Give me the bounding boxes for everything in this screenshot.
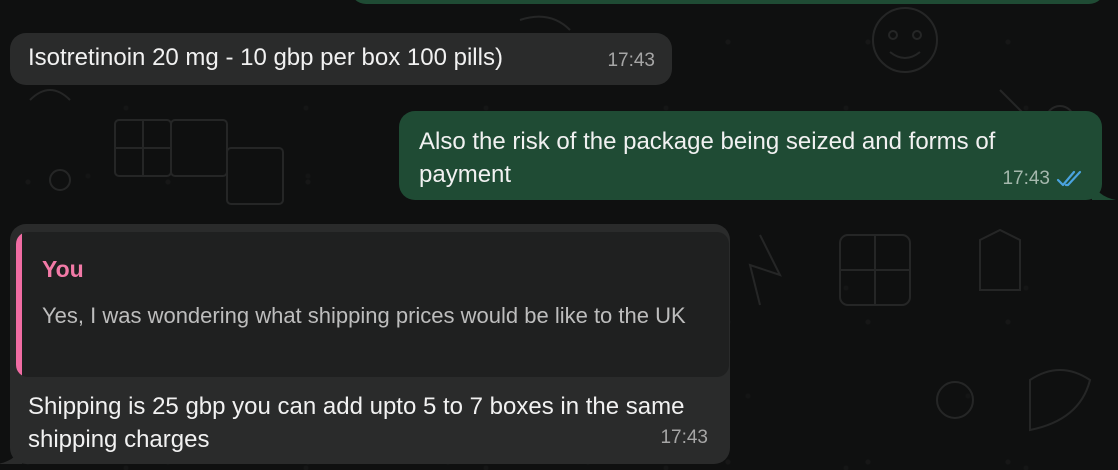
quote-text: Yes, I was wondering what shipping price… (42, 303, 686, 328)
message-timestamp: 17:43 (1002, 168, 1050, 189)
double-check-read-icon (1056, 170, 1082, 187)
message-incoming-price[interactable]: Isotretinoin 20 mg - 10 gbp per box 100 … (10, 33, 672, 85)
message-text: Shipping is 25 gbp you can add upto 5 to… (28, 393, 685, 453)
message-timestamp: 17:43 (607, 50, 655, 71)
quoted-reply[interactable]: You Yes, I was wondering what shipping p… (16, 232, 729, 377)
message-text: Also the risk of the package being seize… (419, 128, 996, 188)
bubble-tail (0, 444, 22, 464)
quote-accent-bar (16, 232, 22, 377)
message-timestamp: 17:43 (660, 427, 708, 448)
message-outgoing-risk[interactable]: Also the risk of the package being seize… (399, 111, 1116, 200)
message-incoming-shipping-reply[interactable]: You Yes, I was wondering what shipping p… (0, 224, 730, 464)
quote-author: You (42, 256, 84, 282)
message-meta: 17:43 (1002, 168, 1086, 190)
message-text: Isotretinoin 20 mg - 10 gbp per box 100 … (28, 44, 503, 71)
bubble-tail (1092, 180, 1116, 200)
previous-outgoing-message-fragment (350, 0, 1105, 4)
